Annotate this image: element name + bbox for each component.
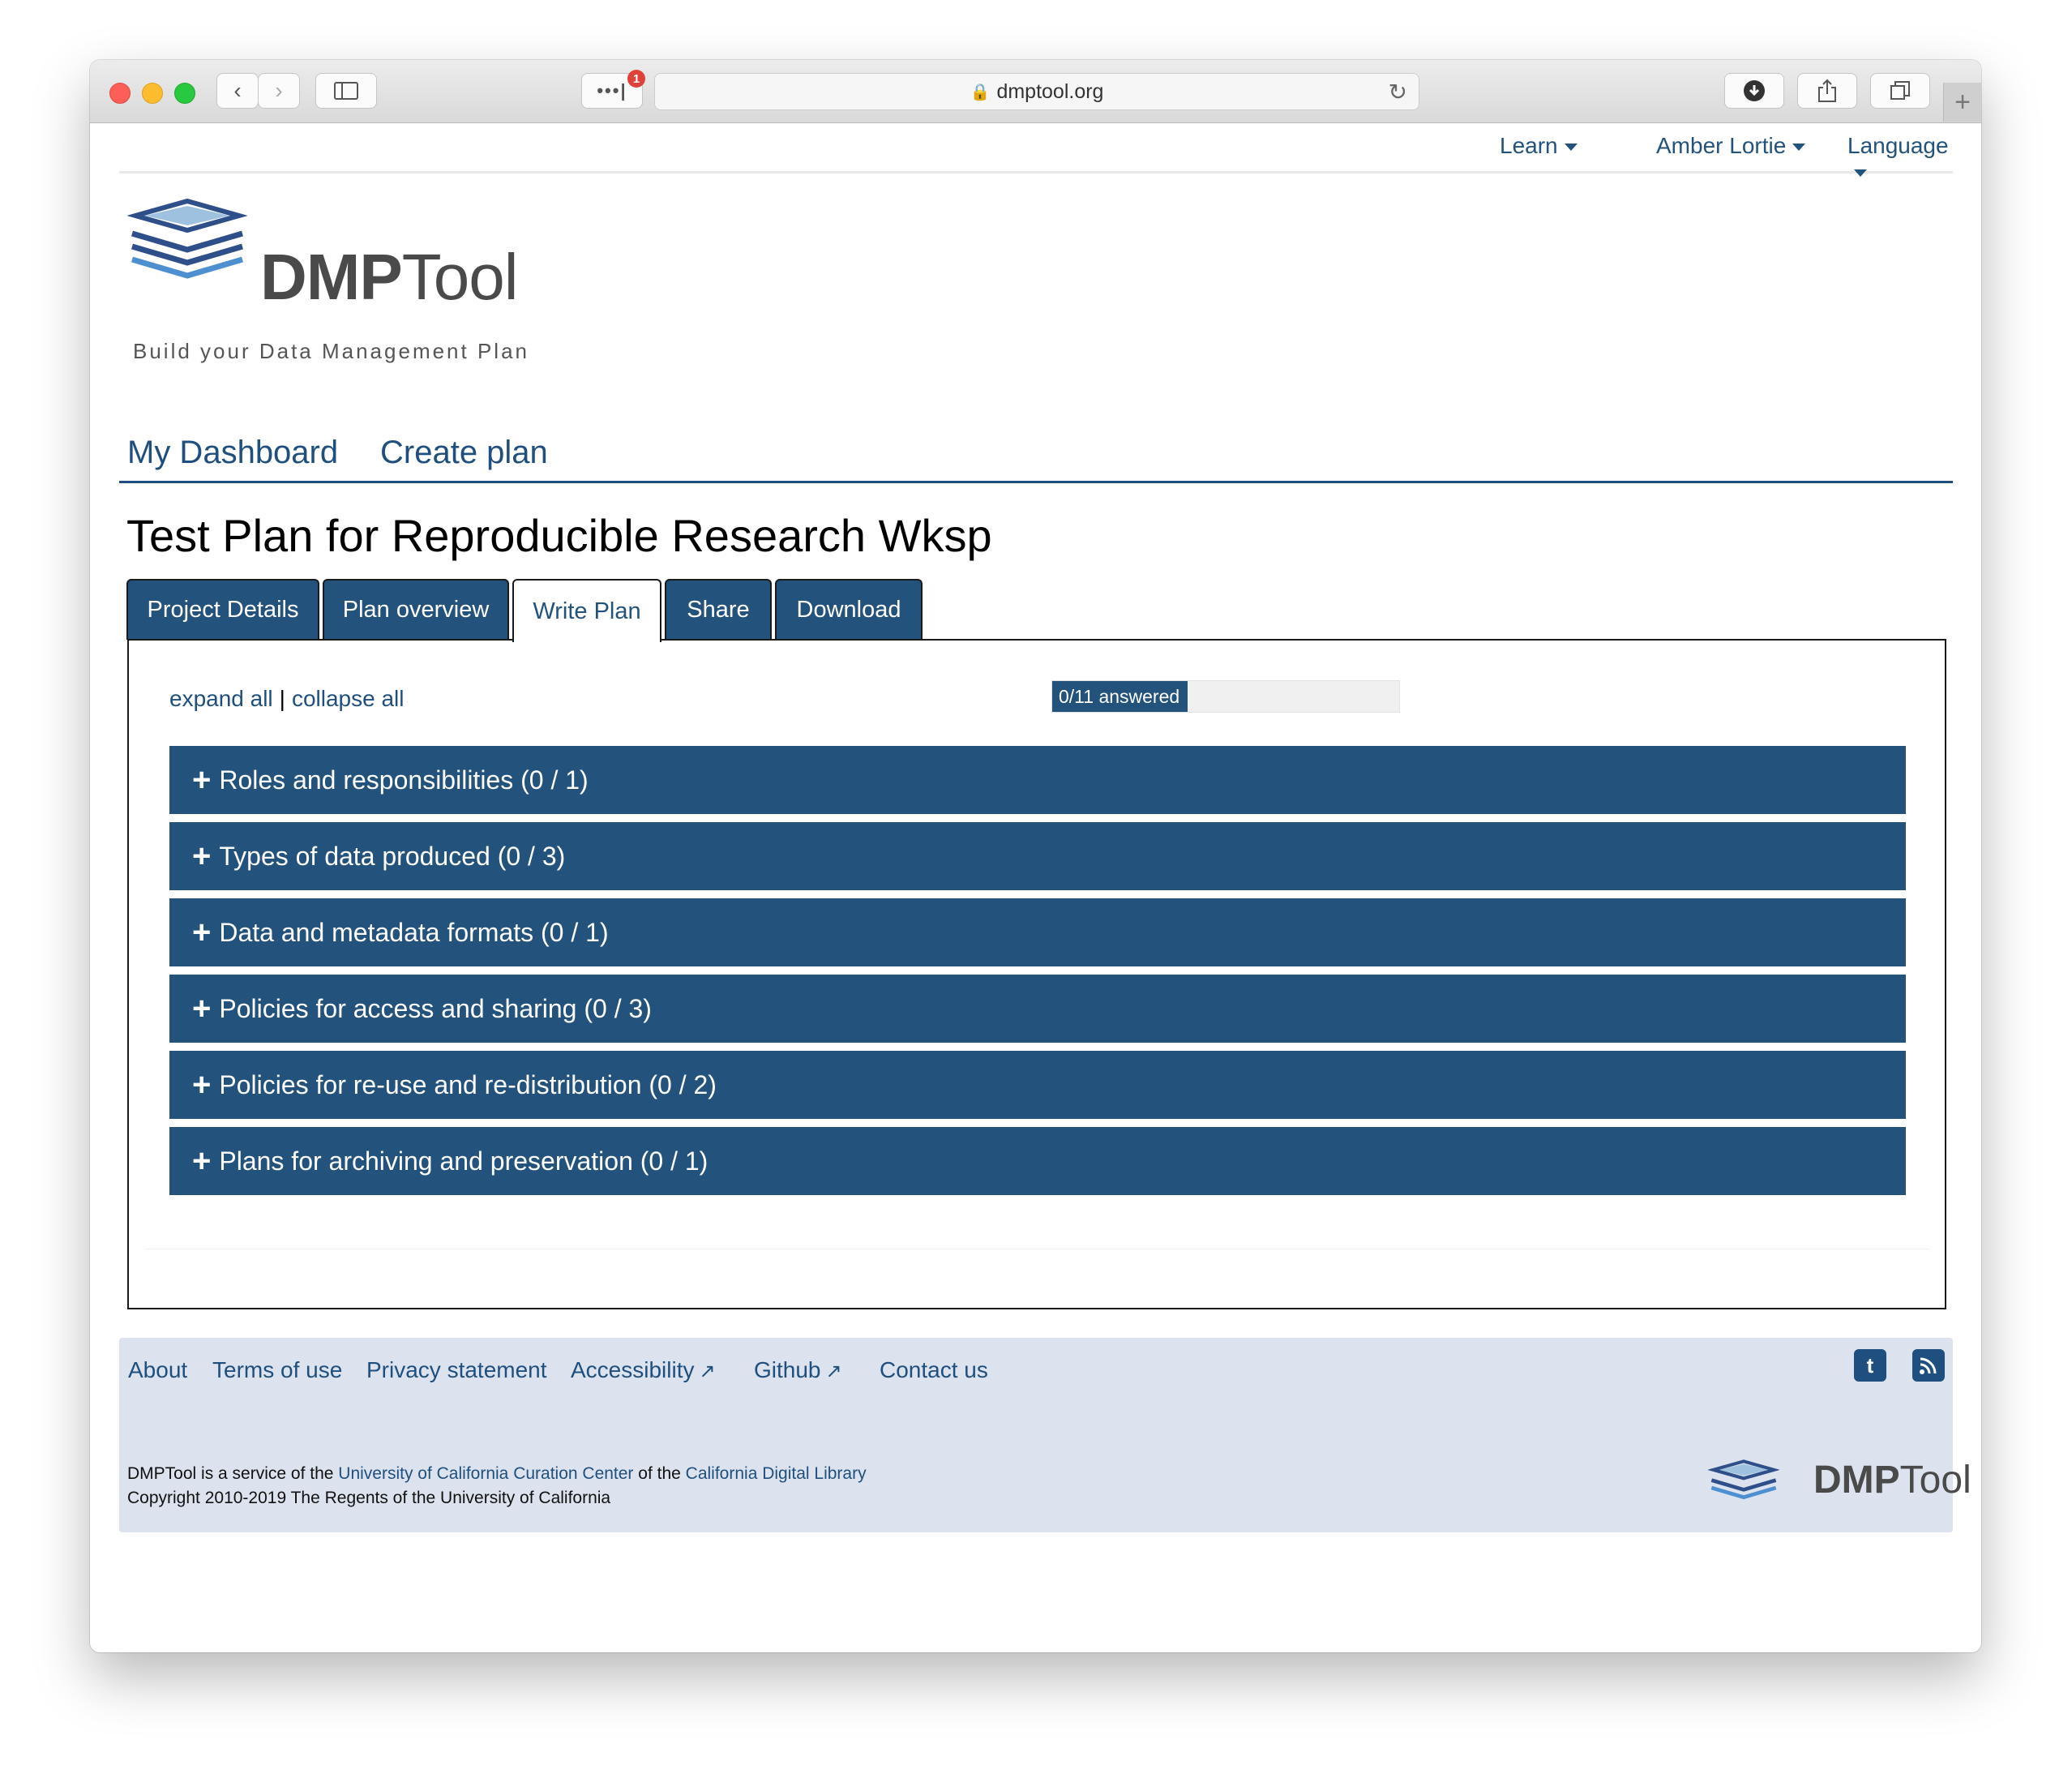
create-plan-link[interactable]: Create plan (380, 435, 548, 471)
plus-icon: + (192, 762, 212, 798)
footer-logo-bold: DMP (1813, 1459, 1900, 1502)
section-label: Plans for archiving and preservation (0 … (219, 1146, 709, 1176)
share-icon (1818, 79, 1836, 102)
caret-down-icon (1854, 169, 1867, 178)
back-button[interactable]: ‹ (216, 73, 259, 109)
service-mid: of the (638, 1464, 681, 1483)
rss-icon[interactable] (1912, 1349, 1945, 1382)
rss-glyph (1920, 1357, 1937, 1374)
plus-icon: + (192, 991, 212, 1026)
url-text: dmptool.org (996, 79, 1104, 103)
chevron-left-icon: ‹ (233, 78, 242, 103)
section-label: Policies for re-use and re-distribution … (219, 1069, 717, 1099)
share-page-button[interactable] (1797, 73, 1857, 109)
web-page: Learn Amber Lortie Language DMPTool Buil… (90, 123, 1981, 1652)
footer-github-link[interactable]: Github ↗ (754, 1357, 842, 1383)
footer-logo-wordmark[interactable]: DMPTool (1813, 1461, 1971, 1500)
page-title: Test Plan for Reproducible Research Wksp (126, 510, 992, 561)
my-dashboard-link[interactable]: My Dashboard (127, 435, 338, 471)
service-prefix: DMPTool is a service of the (127, 1464, 334, 1483)
section-label: Policies for access and sharing (0 / 3) (219, 993, 652, 1023)
section-archiving-preservation[interactable]: + Plans for archiving and preservation (0… (169, 1127, 1906, 1195)
sidebar-toggle-button[interactable] (315, 73, 377, 109)
browser-toolbar: ‹ › •••| 1 🔒 dmptool.org ↻ + (90, 60, 1981, 123)
language-menu[interactable]: Language (1847, 133, 1953, 185)
footer-terms-link[interactable]: Terms of use (212, 1357, 342, 1383)
logo-light: Tool (401, 241, 519, 313)
more-dots-icon: •••| (597, 80, 627, 101)
footer-dmptool-logo-icon[interactable] (1708, 1459, 1779, 1505)
external-link-icon: ↗ (699, 1360, 716, 1382)
twitter-icon[interactable]: t (1854, 1349, 1886, 1382)
user-menu[interactable]: Amber Lortie (1656, 133, 1806, 159)
section-reuse-redistribution[interactable]: + Policies for re-use and re-distribution… (169, 1051, 1906, 1119)
learn-menu[interactable]: Learn (1500, 133, 1578, 159)
plus-icon: + (192, 1143, 212, 1179)
accessibility-label: Accessibility (571, 1357, 695, 1382)
section-data-metadata-formats[interactable]: + Data and metadata formats (0 / 1) (169, 898, 1906, 966)
site-footer: About Terms of use Privacy statement Acc… (119, 1338, 1971, 1532)
sidebar-icon (334, 82, 358, 100)
downloads-button[interactable] (1724, 73, 1784, 109)
tabs-overview-button[interactable] (1870, 73, 1930, 109)
tab-download[interactable]: Download (775, 579, 923, 640)
reload-icon[interactable]: ↻ (1389, 79, 1407, 105)
close-window-button[interactable] (109, 83, 131, 104)
caret-down-icon (1564, 144, 1578, 152)
cdl-link[interactable]: California Digital Library (686, 1464, 867, 1483)
external-link-icon: ↗ (825, 1360, 842, 1382)
dmptool-logo-icon[interactable] (127, 198, 247, 287)
learn-label: Learn (1500, 133, 1558, 158)
tabs-icon (1890, 81, 1910, 100)
footer-privacy-link[interactable]: Privacy statement (366, 1357, 547, 1383)
plus-icon: + (1954, 86, 1971, 118)
service-credit: DMPTool is a service of the University o… (127, 1464, 867, 1484)
plus-icon: + (192, 838, 212, 874)
main-nav: My Dashboard Create plan (119, 410, 1953, 483)
download-icon (1744, 80, 1765, 101)
section-roles-responsibilities[interactable]: + Roles and responsibilities (0 / 1) (169, 746, 1906, 814)
caret-down-icon (1792, 144, 1806, 152)
tab-project-details[interactable]: Project Details (126, 579, 319, 640)
logo-wordmark[interactable]: DMPTool (260, 245, 519, 310)
collapse-all-link[interactable]: collapse all (292, 686, 405, 711)
browser-window: ‹ › •••| 1 🔒 dmptool.org ↻ + Learn Amber… (90, 60, 1981, 1652)
uc3-link[interactable]: University of California Curation Center (338, 1464, 633, 1483)
new-tab-button[interactable]: + (1943, 83, 1981, 122)
forward-button[interactable]: › (258, 73, 300, 109)
chevron-right-icon: › (275, 78, 283, 103)
section-label: Data and metadata formats (0 / 1) (219, 917, 609, 947)
tab-write-plan[interactable]: Write Plan (512, 579, 661, 642)
section-label: Roles and responsibilities (0 / 1) (219, 765, 589, 795)
language-label: Language (1847, 133, 1949, 158)
separator: | (279, 686, 285, 711)
footer-logo-light: Tool (1899, 1459, 1971, 1502)
section-types-of-data[interactable]: + Types of data produced (0 / 3) (169, 822, 1906, 890)
section-access-sharing[interactable]: + Policies for access and sharing (0 / 3) (169, 975, 1906, 1043)
write-plan-panel: expand all | collapse all 0/11 answered + R… (127, 639, 1946, 1309)
answered-progress-bar: 0/11 answered (1051, 680, 1400, 713)
notification-badge: 1 (627, 70, 645, 88)
minimize-window-button[interactable] (142, 83, 163, 104)
tagline: Build your Data Management Plan (133, 339, 530, 363)
tab-share[interactable]: Share (665, 579, 772, 640)
plus-icon: + (192, 1067, 212, 1103)
tab-plan-overview[interactable]: Plan overview (323, 579, 509, 640)
expand-all-link[interactable]: expand all (169, 686, 273, 711)
progress-fill: 0/11 answered (1052, 681, 1188, 712)
footer-about-link[interactable]: About (128, 1357, 187, 1383)
copyright: Copyright 2010-2019 The Regents of the U… (127, 1489, 611, 1507)
address-bar[interactable]: 🔒 dmptool.org ↻ (654, 73, 1419, 110)
plus-icon: + (192, 915, 212, 950)
zoom-window-button[interactable] (174, 83, 195, 104)
github-label: Github (754, 1357, 821, 1382)
section-label: Types of data produced (0 / 3) (219, 841, 566, 871)
expand-collapse-controls: expand all | collapse all (169, 686, 404, 712)
footer-accessibility-link[interactable]: Accessibility ↗ (571, 1357, 716, 1383)
logo-bold: DMP (260, 241, 403, 313)
user-name: Amber Lortie (1656, 133, 1787, 158)
lock-icon: 🔒 (970, 83, 991, 101)
footer-contact-link[interactable]: Contact us (880, 1357, 988, 1383)
utility-nav: Learn Amber Lortie Language (119, 123, 1953, 178)
